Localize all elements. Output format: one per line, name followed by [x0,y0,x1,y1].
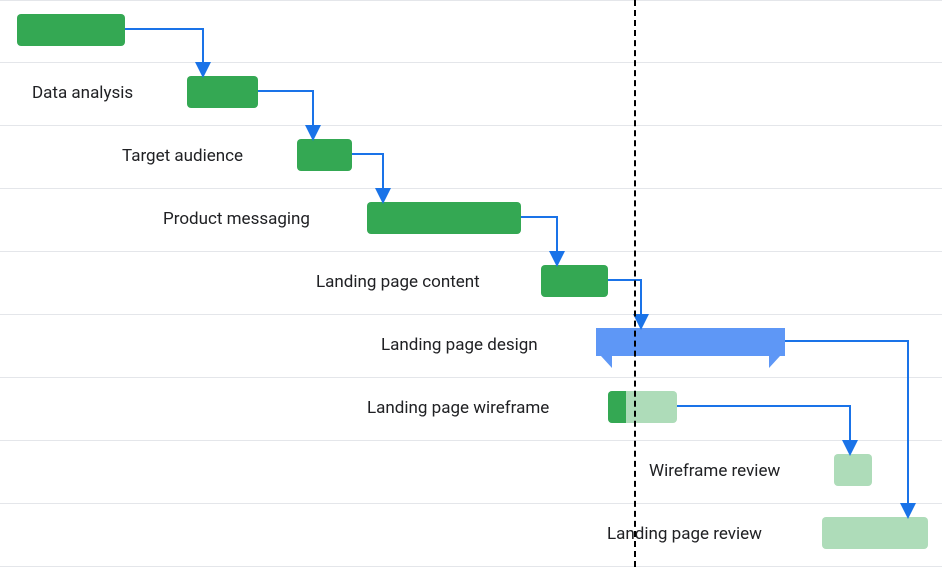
group-bar-landing-page-design[interactable] [596,328,785,370]
task-bar-wireframe-review[interactable] [834,454,872,486]
task-bar-data-analysis[interactable] [187,76,258,108]
gantt-row-1: Data analysis [0,62,942,125]
task-bar-target-audience[interactable] [297,139,352,171]
task-label-data-analysis: Data analysis [32,83,133,103]
task-label-target-audience: Target audience [122,146,243,166]
gantt-row-6: Landing page wireframe [0,377,942,440]
task-bar-landing-page-wireframe-progress [608,391,626,423]
gantt-row-3: Product messaging [0,188,942,251]
task-bar-unlabeled[interactable] [17,14,125,46]
gantt-row-8: Landing page review [0,503,942,567]
today-line [634,0,636,567]
task-bar-landing-page-content[interactable] [541,265,608,297]
gantt-row-2: Target audience [0,125,942,188]
task-bar-landing-page-review[interactable] [822,517,928,549]
task-label-landing-page-wireframe: Landing page wireframe [367,398,549,418]
task-label-wireframe-review: Wireframe review [649,461,780,481]
task-label-landing-page-review: Landing page review [607,524,762,544]
gantt-row-7: Wireframe review [0,440,942,503]
task-label-product-messaging: Product messaging [163,209,310,229]
gantt-row-5: Landing page design [0,314,942,377]
task-label-landing-page-design: Landing page design [381,335,538,355]
gantt-row-0 [0,0,942,63]
task-bar-landing-page-wireframe[interactable] [608,391,677,423]
task-bar-product-messaging[interactable] [367,202,521,234]
task-label-landing-page-content: Landing page content [316,272,480,292]
gantt-row-4: Landing page content [0,251,942,314]
